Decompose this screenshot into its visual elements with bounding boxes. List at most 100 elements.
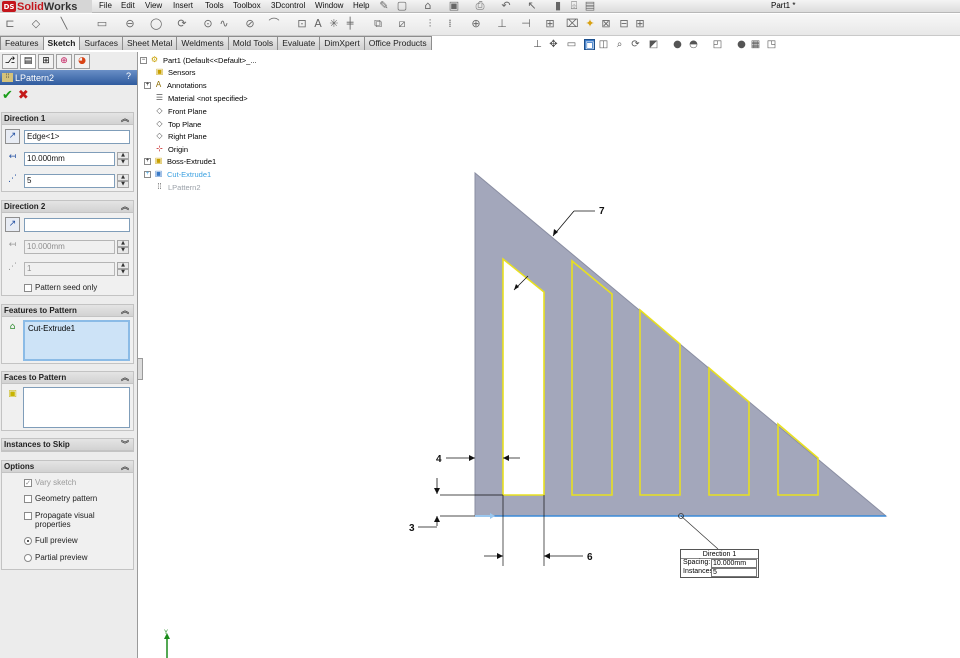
tree-item-right-plane[interactable]: ◇ Right Plane	[154, 130, 206, 142]
callout-instances-value[interactable]: 5	[711, 568, 757, 577]
pattern-seed-only-checkbox[interactable]: Pattern seed only	[24, 283, 97, 292]
graphics-area[interactable]: 7 4 3 6 Y	[0, 0, 960, 658]
offset-icon[interactable]: ⧄	[396, 18, 408, 30]
display-style-icon[interactable]: ◩	[648, 39, 659, 50]
help-icon[interactable]: ?	[126, 71, 131, 81]
quick-snaps-icon[interactable]: ⊞	[544, 18, 556, 30]
menu-file[interactable]: File	[99, 1, 112, 10]
instances-to-skip-header[interactable]: Instances to Skip ︾	[2, 439, 133, 451]
options-icon[interactable]: ▤	[584, 0, 596, 12]
menu-edit[interactable]: Edit	[121, 1, 135, 10]
direction1-edge-field[interactable]: Edge<1>	[24, 130, 130, 144]
zoom-icon[interactable]: ⌕	[614, 39, 625, 50]
callout-spacing-value[interactable]: 10.000mm	[711, 559, 757, 568]
radio-dot[interactable]	[24, 537, 32, 545]
zoom-area-icon[interactable]: ▭	[566, 39, 577, 50]
shaded-contours-icon[interactable]: ⊠	[600, 18, 612, 30]
checkbox-box[interactable]	[24, 512, 32, 520]
shadows-icon[interactable]: ◳	[766, 39, 777, 50]
instant2d-icon[interactable]: ✦	[584, 18, 596, 30]
features-to-pattern-list[interactable]: Cut-Extrude1	[23, 320, 130, 361]
trim-icon[interactable]: ╪	[344, 18, 356, 30]
feature-manager-tab-icon[interactable]: ⎇	[2, 54, 18, 69]
direction2-instances-field[interactable]: 1	[24, 262, 115, 276]
rotate-icon[interactable]: ⟳	[630, 39, 641, 50]
spin-up-icon[interactable]: ▲	[117, 174, 129, 181]
balloon-7[interactable]: 7	[599, 206, 605, 217]
tree-item-boss-extrude1[interactable]: + ▣ Boss-Extrude1	[144, 155, 216, 167]
point-icon[interactable]: ✳	[328, 18, 340, 30]
tab-weldments[interactable]: Weldments	[176, 36, 229, 50]
expand-icon[interactable]: +	[144, 81, 151, 89]
spin-down-icon[interactable]: ▼	[117, 247, 129, 254]
direction2-spacing-spinner[interactable]: ▲ ▼	[117, 240, 129, 254]
direction2-instances-spinner[interactable]: ▲ ▼	[117, 262, 129, 276]
tree-item-annotations[interactable]: + A Annotations	[144, 79, 207, 91]
tab-sketch[interactable]: Sketch	[42, 36, 81, 50]
direction1-spacing-spinner[interactable]: ▲ ▼	[117, 152, 129, 166]
tree-item-cut-extrude1[interactable]: + ▣ Cut-Extrude1	[144, 168, 211, 180]
hide-show-icon[interactable]: ●	[672, 39, 683, 50]
realview-icon[interactable]: ●	[736, 39, 747, 50]
sketch-picture-icon[interactable]: ⊟	[618, 18, 630, 30]
tree-item-front-plane[interactable]: ◇ Front Plane	[154, 105, 206, 117]
menu-insert[interactable]: Insert	[173, 1, 193, 10]
new-icon[interactable]: ▢	[396, 0, 408, 12]
reverse-direction-icon[interactable]: ↗	[5, 129, 20, 144]
text-icon[interactable]: A	[312, 18, 324, 30]
rectangle-icon[interactable]: ▭	[96, 18, 108, 30]
zoom-to-fit-icon[interactable]: ⊥	[532, 39, 543, 50]
collapse-icon[interactable]: ︽	[121, 372, 129, 383]
collapse-icon[interactable]: ︽	[121, 305, 129, 316]
convert-icon[interactable]: ⧉	[372, 18, 384, 30]
menu-view[interactable]: View	[145, 1, 162, 10]
tree-item-sensors[interactable]: ▣ Sensors	[154, 66, 196, 78]
collapse-icon[interactable]: −	[140, 56, 147, 64]
cancel-button[interactable]: ✖	[18, 88, 29, 103]
view-orientation-icon[interactable]: ◫	[598, 39, 609, 50]
configuration-manager-tab-icon[interactable]: ⊞	[38, 54, 54, 69]
seed-cut[interactable]	[502, 257, 545, 496]
property-manager-tab-icon[interactable]: ▤	[20, 54, 36, 69]
tree-item-top-plane[interactable]: ◇ Top Plane	[154, 118, 201, 130]
repair-sketch-icon[interactable]: ⊣	[520, 18, 532, 30]
direction1-header[interactable]: Direction 1 ︽	[2, 113, 133, 125]
dimxpert-manager-tab-icon[interactable]: ⊕	[56, 54, 72, 69]
block-icon[interactable]: ⊞	[634, 18, 646, 30]
checkbox-box[interactable]	[24, 495, 32, 503]
features-to-pattern-header[interactable]: Features to Pattern ︽	[2, 305, 133, 317]
appearance-icon[interactable]: ◓	[688, 39, 699, 50]
direction2-header[interactable]: Direction 2 ︽	[2, 201, 133, 213]
menu-tools[interactable]: Tools	[205, 1, 224, 10]
menu-3dcontrol[interactable]: 3Dcontrol	[271, 1, 305, 10]
menu-help[interactable]: Help	[353, 1, 369, 10]
plane-icon[interactable]: ⊡	[296, 18, 308, 30]
collapse-icon[interactable]: ︽	[121, 113, 129, 124]
tree-item-material[interactable]: ☰ Material <not specified>	[154, 92, 248, 104]
list-item[interactable]: Cut-Extrude1	[28, 324, 125, 333]
view-settings-icon[interactable]: ▦	[750, 39, 761, 50]
spin-up-icon[interactable]: ▲	[117, 152, 129, 159]
arc-icon[interactable]: ⟳	[176, 18, 188, 30]
spin-down-icon[interactable]: ▼	[117, 159, 129, 166]
line-icon[interactable]: ╲	[58, 18, 70, 30]
file-props-icon[interactable]: ⌹	[568, 0, 580, 12]
tab-dimxpert[interactable]: DimXpert	[319, 36, 365, 50]
display-manager-tab-icon[interactable]: ◕	[74, 54, 90, 69]
tab-sheet-metal[interactable]: Sheet Metal	[121, 36, 178, 50]
balloon-3[interactable]: 3	[409, 523, 415, 534]
direction2-edge-field[interactable]	[24, 218, 130, 232]
spline-icon[interactable]: ∿	[218, 18, 230, 30]
tab-office-products[interactable]: Office Products	[363, 36, 432, 50]
ellipse-icon[interactable]: ⊘	[244, 18, 256, 30]
spin-down-icon[interactable]: ▼	[117, 181, 129, 188]
vary-sketch-checkbox[interactable]: Vary sketch	[24, 478, 76, 487]
collapse-icon[interactable]: ︽	[121, 461, 129, 472]
tab-surfaces[interactable]: Surfaces	[79, 36, 123, 50]
propagate-visual-checkbox[interactable]: Propagate visual properties	[24, 511, 114, 529]
undo-icon[interactable]: ↶	[500, 0, 512, 12]
open-icon[interactable]: ⌂	[422, 0, 434, 12]
partial-preview-radio[interactable]: Partial preview	[24, 553, 87, 562]
panel-splitter[interactable]	[137, 358, 143, 380]
save-icon[interactable]: ▣	[448, 0, 460, 12]
